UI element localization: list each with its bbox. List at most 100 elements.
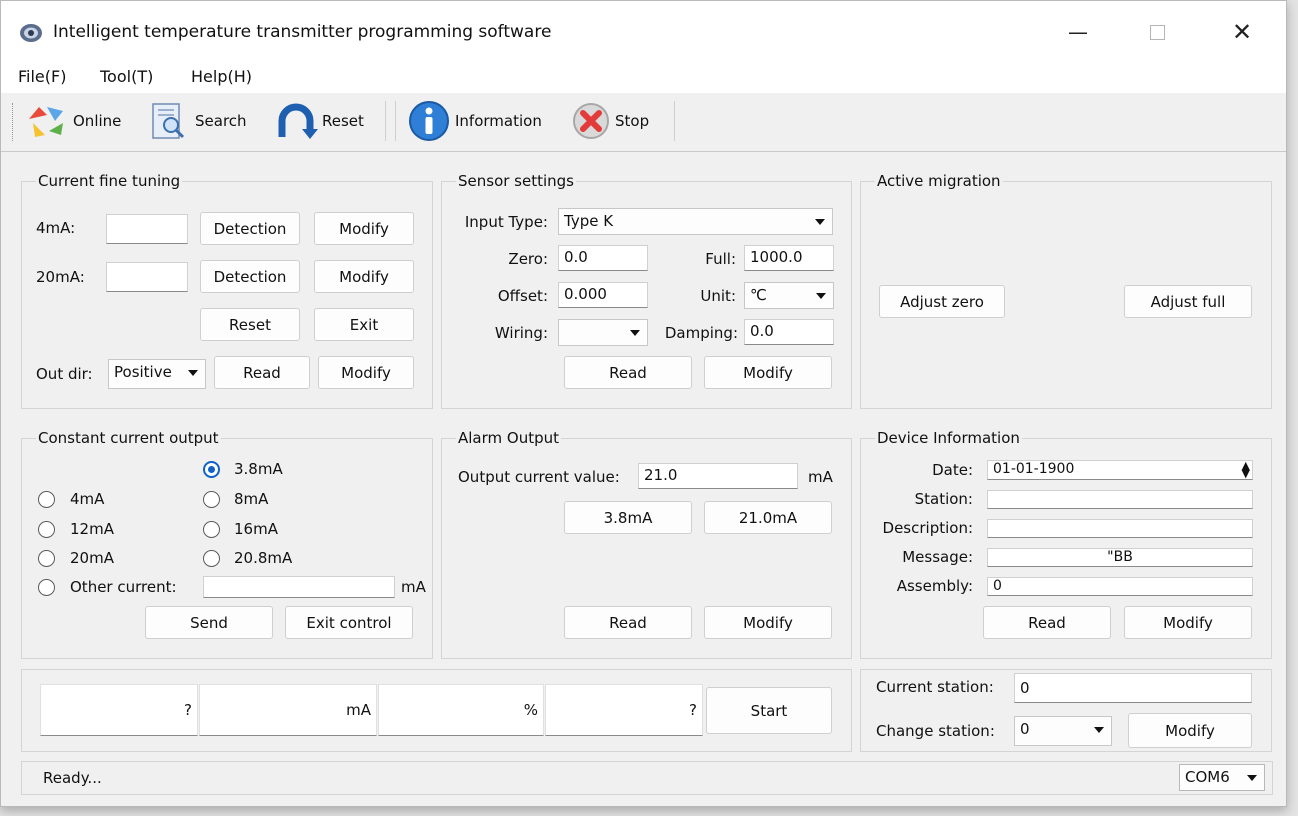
radio-8ma[interactable] [203, 491, 220, 508]
offset-input[interactable]: 0.000 [558, 282, 648, 308]
search-icon [152, 103, 185, 139]
search-button[interactable]: Search [149, 101, 247, 141]
radio-16ma[interactable] [203, 521, 220, 538]
chevron-down-icon [815, 219, 825, 225]
message-input[interactable]: "BB [987, 548, 1253, 567]
minimize-button[interactable]: — [1055, 15, 1101, 49]
assembly-input[interactable]: 0 [987, 577, 1253, 596]
radio-other-current[interactable] [38, 579, 55, 596]
radio-3-8ma-label: 3.8mA [234, 460, 283, 478]
reset-tuning-button[interactable]: Reset [200, 308, 300, 341]
adjust-zero-button[interactable]: Adjust zero [879, 285, 1005, 318]
radio-12ma[interactable] [38, 521, 55, 538]
change-station-value: 0 [1020, 720, 1030, 738]
read-device-button[interactable]: Read [983, 606, 1111, 639]
other-current-unit: mA [401, 578, 426, 596]
port-select[interactable]: COM6 [1179, 764, 1265, 791]
radio-other-current-label: Other current: [70, 578, 177, 596]
information-icon [409, 101, 449, 141]
input-type-select[interactable]: Type K [558, 208, 833, 235]
out-dir-select[interactable]: Positive [108, 359, 206, 389]
radio-20ma[interactable] [38, 550, 55, 567]
chevron-down-icon [816, 293, 826, 299]
send-button[interactable]: Send [145, 606, 273, 639]
input-type-label: Input Type: [464, 213, 548, 231]
offset-label: Offset: [497, 287, 548, 305]
radio-20-8ma-label: 20.8mA [234, 549, 293, 567]
ma20-input[interactable] [106, 262, 188, 292]
information-button[interactable]: Information [407, 101, 542, 141]
out-dir-value: Positive [114, 363, 172, 381]
change-station-select[interactable]: 0 [1014, 716, 1112, 746]
modify-alarm-button[interactable]: Modify [704, 606, 832, 639]
stop-label: Stop [615, 112, 650, 130]
current-fine-tuning-group: Current fine tuning 4mA: Detection Modif… [21, 172, 433, 409]
group-title: Sensor settings [456, 172, 577, 190]
description-label: Description: [882, 519, 973, 537]
modify-20ma-button[interactable]: Modify [314, 260, 414, 293]
online-button[interactable]: Online [25, 101, 121, 141]
exit-tuning-button[interactable]: Exit [314, 308, 414, 341]
spinner-icon[interactable]: ▲ ▼ [1242, 461, 1250, 479]
read-alarm-button[interactable]: Read [564, 606, 692, 639]
start-button[interactable]: Start [706, 687, 832, 734]
station-label: Station: [914, 490, 973, 508]
radio-20ma-label: 20mA [70, 549, 114, 567]
reset-button[interactable]: Reset [274, 101, 364, 141]
current-station-input[interactable]: 0 [1014, 673, 1252, 703]
window-title: Intelligent temperature transmitter prog… [53, 22, 552, 42]
read-tuning-button[interactable]: Read [214, 356, 310, 389]
menu-file[interactable]: File(F) [18, 67, 66, 86]
exit-control-button[interactable]: Exit control [285, 606, 413, 639]
maximize-button[interactable] [1134, 15, 1180, 49]
damping-label: Damping: [664, 324, 738, 342]
station-input[interactable] [987, 490, 1253, 509]
ma4-input[interactable] [106, 214, 188, 244]
device-information-group: Device Information Date: 01-01-1900 ▲ ▼ S… [860, 429, 1272, 659]
menu-help[interactable]: Help(H) [191, 67, 252, 86]
alarm-21ma-button[interactable]: 21.0mA [704, 501, 832, 534]
output-current-input[interactable]: 21.0 [638, 463, 798, 489]
wiring-select[interactable] [558, 319, 648, 346]
input-type-value: Type K [564, 212, 614, 230]
modify-device-button[interactable]: Modify [1124, 606, 1252, 639]
full-input[interactable]: 1000.0 [744, 245, 834, 271]
adjust-full-button[interactable]: Adjust full [1124, 285, 1252, 318]
group-title: Active migration [875, 172, 1003, 190]
detection-4ma-button[interactable]: Detection [200, 212, 300, 245]
other-current-input[interactable] [203, 576, 395, 598]
modify-4ma-button[interactable]: Modify [314, 212, 414, 245]
message-label: Message: [902, 548, 973, 566]
radio-20-8ma[interactable] [203, 550, 220, 567]
close-button[interactable]: ✕ [1219, 15, 1265, 49]
description-input[interactable] [987, 519, 1253, 538]
detection-20ma-button[interactable]: Detection [200, 260, 300, 293]
modify-direction-button[interactable]: Modify [318, 356, 414, 389]
damping-input[interactable]: 0.0 [744, 319, 834, 345]
ma4-label: 4mA: [36, 219, 76, 237]
menu-tool[interactable]: Tool(T) [100, 67, 153, 86]
radio-8ma-label: 8mA [234, 490, 269, 508]
reset-label: Reset [322, 112, 364, 130]
ma20-label: 20mA: [36, 268, 85, 286]
modify-station-button[interactable]: Modify [1128, 713, 1252, 748]
radio-3-8ma[interactable] [203, 461, 220, 478]
chevron-down-icon [1247, 775, 1257, 781]
modify-sensor-button[interactable]: Modify [704, 356, 832, 389]
group-title: Current fine tuning [36, 172, 183, 190]
status-text: Ready... [43, 769, 102, 787]
zero-label: Zero: [508, 250, 548, 268]
alarm-3-8ma-button[interactable]: 3.8mA [564, 501, 692, 534]
current-station-label: Current station: [876, 678, 994, 696]
radio-4ma[interactable] [38, 491, 55, 508]
full-label: Full: [705, 250, 736, 268]
date-input[interactable]: 01-01-1900 ▲ ▼ [987, 460, 1253, 480]
unit-select[interactable]: ℃ [744, 282, 834, 309]
read-sensor-button[interactable]: Read [564, 356, 692, 389]
zero-input[interactable]: 0.0 [558, 245, 648, 271]
stop-button[interactable]: Stop [571, 101, 649, 141]
monitor-group: ? mA % ? Start [21, 669, 852, 752]
radio-4ma-label: 4mA [70, 490, 105, 508]
toolbar-grip [12, 103, 16, 141]
chevron-down-icon [1094, 727, 1104, 733]
